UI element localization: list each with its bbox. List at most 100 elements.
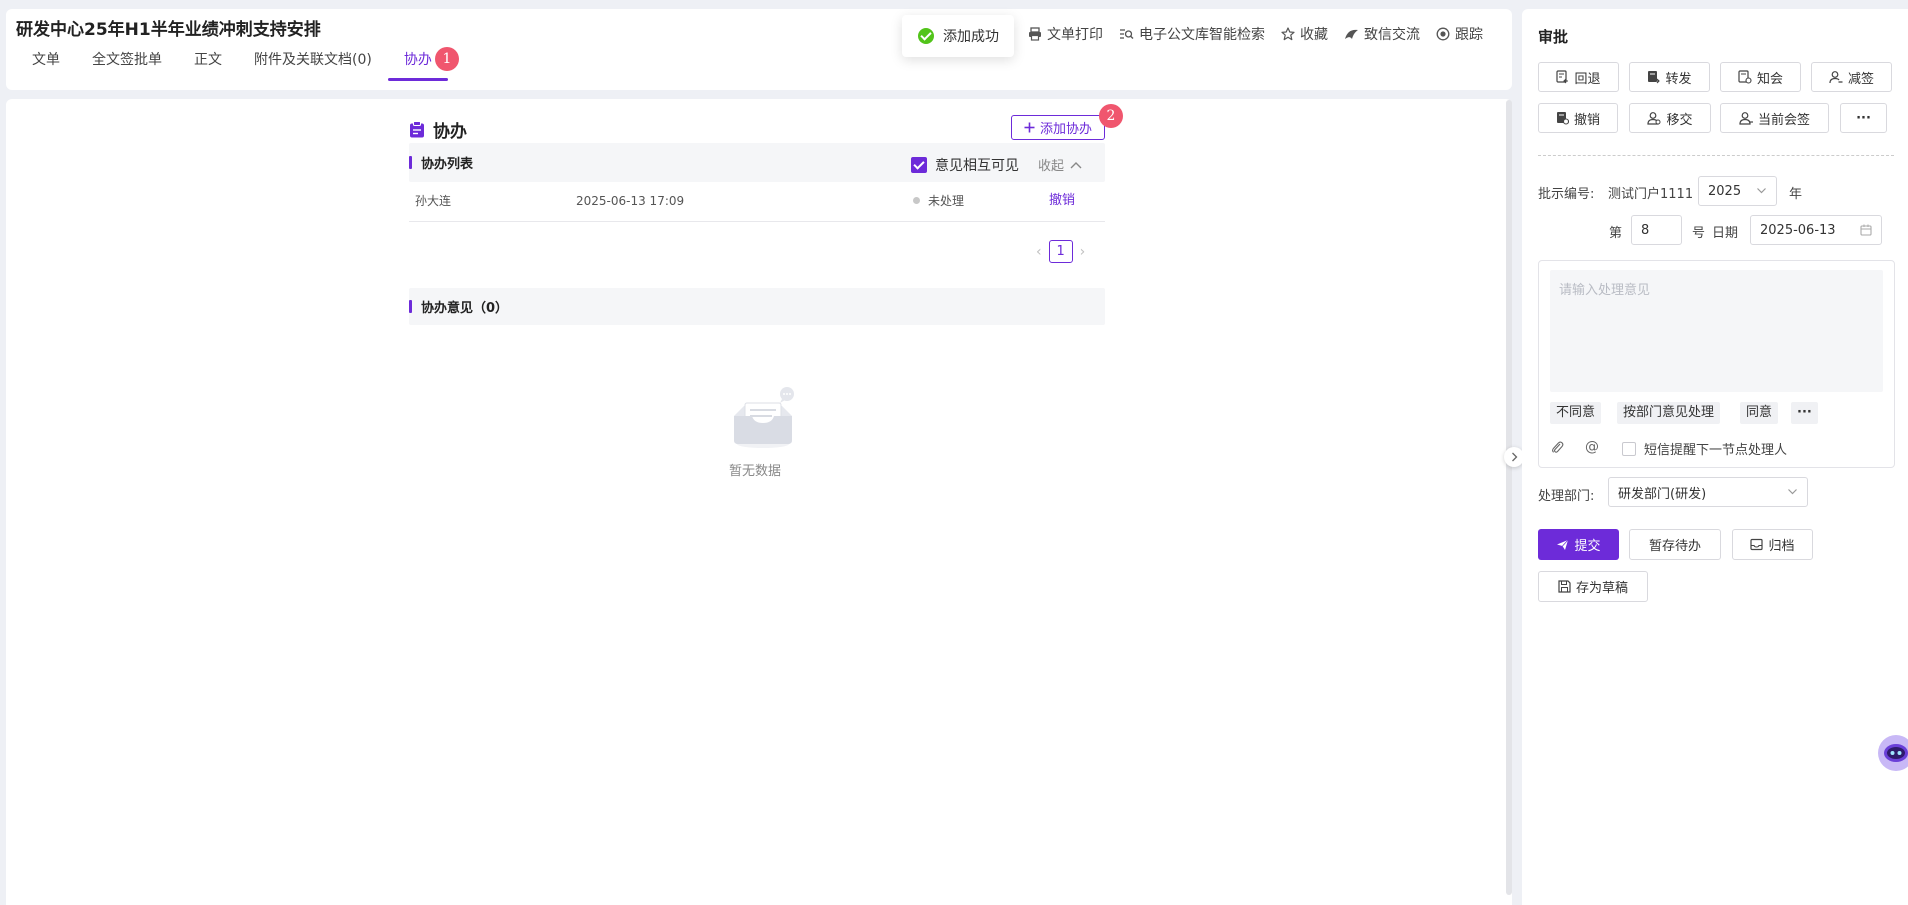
clipboard-icon [409,121,425,138]
submit-button[interactable]: 提交 [1538,529,1619,560]
year-select[interactable]: 2025 [1698,176,1777,206]
smart-search-button[interactable]: 电子公文库智能检索 [1119,24,1265,44]
add-xieban-button[interactable]: 添加协办 [1011,115,1105,140]
track-label: 跟踪 [1455,27,1483,43]
date-value: 2025-06-13 [1760,222,1836,238]
return-doc-icon [1556,70,1569,84]
revoke-doc-icon [1556,111,1569,125]
revoke-link[interactable]: 撤销 [1049,184,1075,218]
sms-remind-checkbox[interactable]: 短信提醒下一节点处理人 [1622,439,1787,458]
step-badge-2: 2 [1099,104,1123,128]
xieban-opinion-title: 协办意见（0） [409,288,508,325]
xieban-list-title: 协办列表 [409,143,473,182]
pagination: ‹ 1 › [1036,240,1085,263]
smart-search-label: 电子公文库智能检索 [1139,27,1265,43]
success-toast: 添加成功 [902,15,1014,57]
forward-label: 转发 [1665,71,1692,87]
remove-signer-icon [1829,70,1843,84]
save-draft-button[interactable]: 存为草稿 [1538,571,1648,602]
save-draft-label: 存为草稿 [1575,581,1628,596]
page-number[interactable]: 1 [1048,240,1073,263]
print-button[interactable]: 文单打印 [1028,24,1103,44]
number-value: 8 [1641,222,1650,238]
current-countersign-label: 当前会签 [1757,112,1810,128]
header-toolbar: 文单打印 电子公文库智能检索 收藏 致信交流 跟踪 [1028,24,1483,44]
chevron-right-icon[interactable]: › [1080,244,1086,260]
submit-label: 提交 [1574,539,1601,554]
tab-main-text[interactable]: 正文 [178,50,238,81]
success-check-icon [918,28,934,44]
plus-icon [1024,122,1035,133]
quick-more-button[interactable]: ··· [1791,402,1818,424]
year-value: 2025 [1708,183,1742,199]
number-suffix: 号 [1692,226,1706,241]
remove-signer-button[interactable]: 减签 [1811,62,1892,92]
main-scrollbar[interactable] [1506,100,1512,895]
number-input[interactable]: 8 [1631,215,1682,245]
xieban-title-text: 协办 [433,122,467,142]
favorite-label: 收藏 [1300,27,1328,43]
opinion-visible-label: 意见相互可见 [935,158,1019,174]
track-button[interactable]: 跟踪 [1436,24,1483,44]
more-actions-button[interactable]: ··· [1840,103,1887,133]
notify-button[interactable]: 知会 [1720,62,1801,92]
chevron-right-icon [1511,452,1518,462]
countersign-icon [1739,111,1753,125]
xieban-opinion-header: 协办意见（0） [409,288,1105,325]
status-badge: 未处理 [913,184,964,218]
quick-disagree-button[interactable]: 不同意 [1550,402,1602,424]
chevron-left-icon[interactable]: ‹ [1036,244,1042,260]
document-tabs: 文单 全文签批单 正文 附件及关联文档(0) 协办 [16,50,448,81]
chevron-down-icon [1787,486,1798,497]
at-mention-icon[interactable]: @ [1585,439,1599,455]
assignee-name: 孙大连 [415,194,452,208]
tab-wendan[interactable]: 文单 [16,50,76,81]
transfer-label: 移交 [1666,112,1693,128]
return-button[interactable]: 回退 [1538,62,1619,92]
opinion-textarea[interactable] [1550,270,1883,392]
empty-state-text: 暂无数据 [729,464,782,479]
transfer-user-icon [1647,111,1661,125]
transfer-button[interactable]: 移交 [1629,103,1711,133]
archive-button[interactable]: 归档 [1732,529,1813,560]
serial-prefix: 测试门户1111 [1608,187,1694,202]
number-prefix: 第 [1609,226,1623,241]
calendar-icon [1860,224,1872,236]
forward-button[interactable]: 转发 [1629,62,1710,92]
archive-icon [1750,538,1764,551]
toast-message: 添加成功 [943,29,999,45]
date-label: 日期 [1712,226,1739,241]
printer-icon [1028,27,1042,41]
approval-title: 审批 [1538,28,1569,46]
year-suffix: 年 [1789,187,1803,202]
revoke-button[interactable]: 撤销 [1538,103,1618,133]
search-list-icon [1119,27,1134,41]
collapse-button[interactable]: 收起 [1038,155,1082,174]
message-exchange-label: 致信交流 [1364,27,1420,43]
notify-doc-icon [1738,70,1752,84]
star-icon [1281,27,1295,41]
table-row: 孙大连 2025-06-13 17:09 未处理 撤销 [409,184,1105,222]
forward-doc-icon [1647,70,1661,84]
quick-agree-button[interactable]: 同意 [1740,402,1779,424]
tab-full-sign-sheet[interactable]: 全文签批单 [76,50,178,81]
collapse-label: 收起 [1038,159,1065,174]
ai-assistant-robot-icon[interactable] [1878,735,1908,771]
quick-dept-opinion-button[interactable]: 按部门意见处理 [1617,402,1721,424]
favorite-button[interactable]: 收藏 [1281,24,1328,44]
step-badge-1: 1 [435,47,459,71]
paperclip-icon[interactable] [1551,440,1564,454]
return-label: 回退 [1574,71,1601,87]
dept-value: 研发部门(研发) [1618,486,1707,502]
sms-remind-label: 短信提醒下一节点处理人 [1644,443,1788,458]
dept-select[interactable]: 研发部门(研发) [1608,477,1808,507]
message-exchange-button[interactable]: 致信交流 [1344,24,1420,44]
current-countersign-button[interactable]: 当前会签 [1720,103,1829,133]
serial-label: 批示编号: [1538,187,1595,202]
panel-toggle-button[interactable] [1504,447,1524,467]
date-picker[interactable]: 2025-06-13 [1750,215,1882,245]
opinion-visible-checkbox[interactable]: 意见相互可见 [911,155,1019,175]
save-todo-button[interactable]: 暂存待办 [1629,529,1721,560]
tab-attachments[interactable]: 附件及关联文档(0) [238,50,388,81]
xieban-section-title: 协办 [409,117,467,142]
